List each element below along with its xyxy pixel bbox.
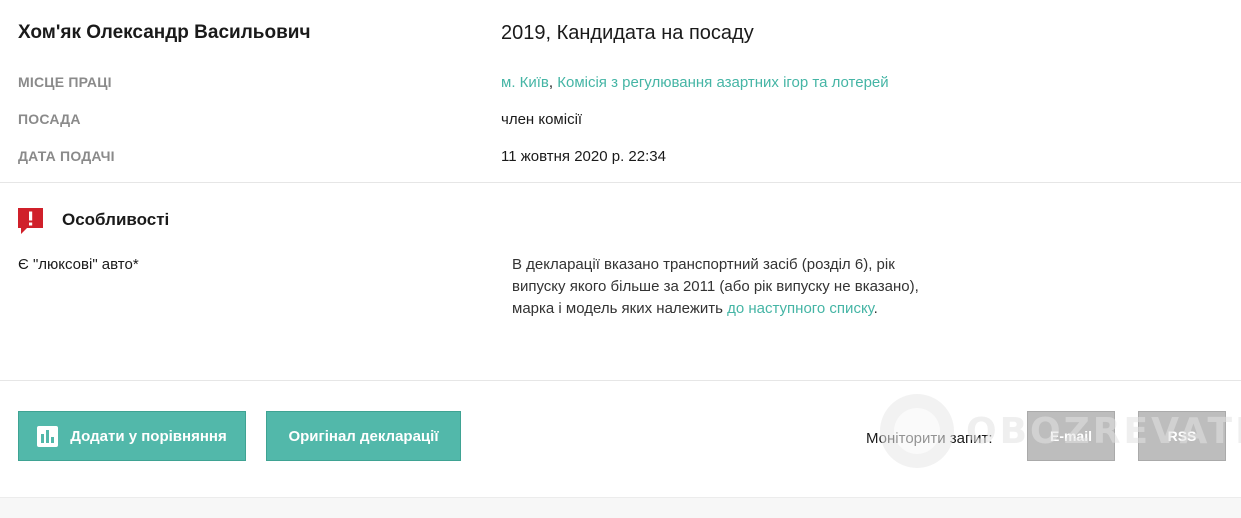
features-title: Особливості — [62, 210, 170, 229]
rss-subscribe-button[interactable]: RSS — [1138, 411, 1226, 461]
workplace-org-link[interactable]: Комісія з регулювання азартних ігор та л… — [557, 74, 888, 91]
position-value: член комісії — [501, 111, 583, 128]
workplace-city-link[interactable]: м. Київ — [501, 74, 549, 91]
car-list-link[interactable]: до наступного списку — [727, 300, 874, 317]
declaration-title: 2019, Кандидата на посаду — [501, 22, 754, 44]
exclamation-flag-icon — [18, 208, 43, 234]
actions-bar: Додати у порівняння Оригінал декларації … — [0, 381, 1241, 498]
email-subscribe-button[interactable]: E-mail — [1027, 411, 1115, 461]
submit-date-value: 11 жовтня 2020 р. 22:34 — [501, 148, 666, 165]
add-to-compare-label: Додати у порівняння — [70, 427, 227, 445]
workplace-label: МІСЦЕ ПРАЦІ — [18, 74, 112, 90]
page-footer-strip — [0, 498, 1241, 518]
features-section: Особливості Є "люксові" авто* В декларац… — [0, 183, 1241, 381]
feature-description-line: марка і модель яких належить до наступно… — [512, 298, 982, 320]
person-name[interactable]: Хом'як Олександр Васильович — [18, 22, 310, 44]
submit-date-label: ДАТА ПОДАЧІ — [18, 148, 115, 164]
feature-description: В декларації вказано транспортний засіб … — [512, 254, 982, 320]
workplace-separator: , — [548, 74, 554, 91]
rss-label: RSS — [1167, 428, 1197, 444]
bar-chart-icon — [37, 425, 59, 447]
workplace-value: м. Київ, Комісія з регулювання азартних … — [501, 74, 889, 91]
original-declaration-button[interactable]: Оригінал декларації — [266, 411, 461, 461]
original-declaration-label: Оригінал декларації — [288, 427, 439, 445]
feature-description-tail: марка і модель яких належить — [512, 300, 723, 317]
feature-description-line: В декларації вказано транспортний засіб … — [512, 256, 895, 273]
feature-name: Є "люксові" авто* — [18, 256, 139, 273]
position-label: ПОСАДА — [18, 111, 81, 127]
declaration-header: Хом'як Олександр Васильович 2019, Кандид… — [0, 0, 1241, 183]
feature-description-line: випуску якого більше за 2011 (або рік ви… — [512, 278, 919, 295]
add-to-compare-button[interactable]: Додати у порівняння — [18, 411, 246, 461]
email-label: E-mail — [1049, 428, 1092, 444]
monitor-label: Моніторити запит: — [866, 430, 993, 447]
feature-description-end: . — [873, 300, 878, 317]
